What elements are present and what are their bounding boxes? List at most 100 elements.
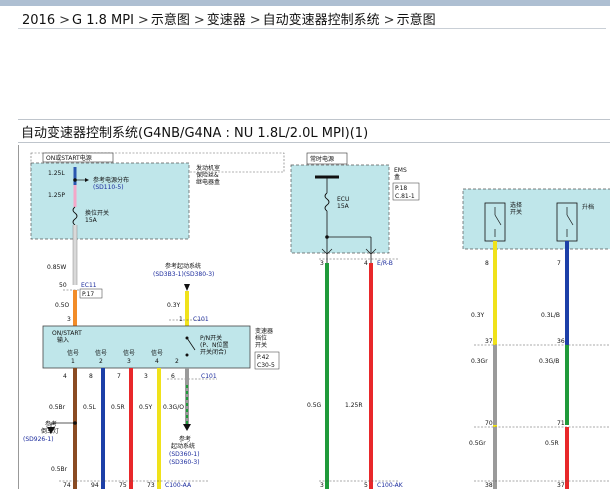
fuse-box-label-2: 保险丝& <box>196 171 219 179</box>
breadcrumb-separator: > <box>193 13 205 28</box>
wire-size-03gr: 0.3Gr <box>471 358 488 365</box>
input-label: 输入 <box>57 336 69 344</box>
breadcrumb: 2016 > G 1.8 MPI > 示意图 > 变速器 > 自动变速器控制系统 > 示意图 <box>18 6 606 29</box>
breadcrumb-separator: > <box>249 13 261 28</box>
wire-size-05br: 0.5Br <box>49 404 66 411</box>
signal-num: 4 <box>155 358 159 365</box>
fuse-name-label: 换位开关 <box>85 209 109 217</box>
breadcrumb-separator: > <box>59 13 70 28</box>
wire-size-03y: 0.3Y <box>167 302 181 309</box>
ref-start-system: 参考起动系统 <box>165 262 201 270</box>
pin-label: 7 <box>117 373 121 380</box>
page-ref-p18: P.18 <box>395 185 407 192</box>
start-system-down-arrow <box>183 424 191 431</box>
connector-c101: C101 <box>193 316 209 323</box>
fuse-box-label-3: 继电器盒 <box>196 178 220 186</box>
on-start-input-label: ON/START <box>52 330 82 337</box>
connector-c30: C30-5 <box>257 362 275 369</box>
pin-label: 73 <box>147 482 155 489</box>
right-pin-37b: 37 <box>557 482 565 489</box>
signal-num: 1 <box>71 358 75 365</box>
ref-start-code-1: (SD360-1) <box>169 451 200 458</box>
right-pin-38: 38 <box>485 482 493 489</box>
ref-start-code-2: (SD360-3) <box>169 459 200 466</box>
wire-size-03go: 0.3G/O <box>163 404 184 411</box>
ems-label-1: EMS <box>394 167 407 174</box>
ems-pin-b5: 5 <box>364 482 368 489</box>
wire-size-05g: 0.5G <box>307 402 322 409</box>
signal-num: 3 <box>127 358 131 365</box>
upshift-switch-label: 升档 <box>582 203 594 211</box>
page-ref-p42: P.42 <box>257 354 269 361</box>
wire-size-05br-2: 0.5Br <box>51 466 68 473</box>
wire-size-085w: 0.85W <box>47 264 66 271</box>
connector-erb: E/R-B <box>377 260 393 267</box>
wire-size-05gr: 0.5Gr <box>469 440 486 447</box>
signal-label: 信号 <box>151 349 163 357</box>
ref-reverse-code: (SD926-1) <box>23 436 54 443</box>
ref-start-2: 起动系统 <box>171 442 195 450</box>
pin-label: 3 <box>144 373 148 380</box>
connector-pin-50: 50 <box>59 282 67 289</box>
wire-size-125p: 1.25P <box>48 192 65 199</box>
breadcrumb-item-current: 示意图 <box>396 13 436 28</box>
select-switch-label-2: 开关 <box>510 208 522 216</box>
ref-start-1: 参考 <box>179 435 191 443</box>
pin-label: 8 <box>89 373 93 380</box>
breadcrumb-trail: 2016 > G 1.8 MPI > 示意图 > 变速器 > 自动变速器控制系统 > 示意图 <box>22 9 438 28</box>
connector-c100ak: C100-AK <box>377 482 404 489</box>
ems-pin-3: 3 <box>320 260 324 267</box>
ref-power-code: (SD110-5) <box>93 184 124 191</box>
wire-size-05l: 0.5L <box>83 404 97 411</box>
pin-label: 4 <box>63 373 67 380</box>
right-pin-70: 70 <box>485 420 493 427</box>
ref-reverse-1: 参考 <box>45 420 57 428</box>
diagram-title-bar: 自动变速器控制系统(G4NB/G4NA : NU 1.8L/2.0L MPI)(… <box>18 119 610 143</box>
switch-label-2: 档位 <box>255 334 267 342</box>
page-ref-p17: P.17 <box>82 291 94 298</box>
right-pin-7: 7 <box>557 260 561 267</box>
ref-reverse-2: 倒车灯 <box>41 427 59 435</box>
ems-pin-4: 4 <box>364 260 368 267</box>
ems-pin-b3: 3 <box>320 482 324 489</box>
pin-label: 94 <box>91 482 99 489</box>
pn-switch-label-1: P/N开关 <box>200 334 222 342</box>
diagram-title: 自动变速器控制系统(G4NB/G4NA : NU 1.8L/2.0L MPI)(… <box>21 126 369 141</box>
fuse-amp-label: 15A <box>85 217 98 224</box>
breadcrumb-item-model[interactable]: G 1.8 MPI <box>72 13 134 28</box>
signal-label: 信号 <box>95 349 107 357</box>
battery-power-label: 常时电源 <box>310 155 334 163</box>
switch-label-3: 开关 <box>255 341 267 349</box>
switch-label-1: 变速器 <box>255 327 273 335</box>
ref-start-system-code: (SD3B3-1)(SD380-3) <box>153 271 214 278</box>
on-start-power-label: ON或START电源 <box>46 154 92 162</box>
breadcrumb-item-transmission[interactable]: 变速器 <box>207 13 246 28</box>
pin-label: 74 <box>63 482 71 489</box>
right-pin-36: 36 <box>557 338 565 345</box>
right-pin-8: 8 <box>485 260 489 267</box>
signal-label: 信号 <box>67 349 79 357</box>
connector-c100aa: C100-AA <box>165 482 192 489</box>
pn-switch-label-3: 开关闭合) <box>200 348 226 356</box>
select-switch-label-1: 选择 <box>510 201 522 209</box>
wiring-diagram: ON或START电源 1.25L 参考电源分布 (SD110-5) 1.25P … <box>18 145 610 489</box>
ecu-fuse-name: ECU <box>337 196 349 203</box>
ref-power-distribution: 参考电源分布 <box>93 176 129 184</box>
wiring-diagram-svg: ON或START电源 1.25L 参考电源分布 (SD110-5) 1.25P … <box>23 152 610 489</box>
pin-label: 75 <box>119 482 127 489</box>
wire-size-05o: 0.5O <box>55 302 70 309</box>
wire-size-03gb: 0.3G/B <box>539 358 559 365</box>
breadcrumb-item-schematic[interactable]: 示意图 <box>151 13 190 28</box>
signal-label: 信号 <box>123 349 135 357</box>
connector-ec11: EC11 <box>81 282 97 289</box>
ecu-fuse-amp: 15A <box>337 203 350 210</box>
wire-size-05y: 0.5Y <box>139 404 153 411</box>
connector-c81: C.81-1 <box>395 193 415 200</box>
breadcrumb-separator: > <box>383 13 395 28</box>
breadcrumb-item-year[interactable]: 2016 <box>22 13 55 28</box>
wire-size-125l: 1.25L <box>48 170 65 177</box>
connector-pin-3: 3 <box>67 316 71 323</box>
breadcrumb-item-atcontrol[interactable]: 自动变速器控制系统 <box>263 13 380 28</box>
right-pin-71: 71 <box>557 420 565 427</box>
wire-size-125r: 1.25R <box>345 402 363 409</box>
